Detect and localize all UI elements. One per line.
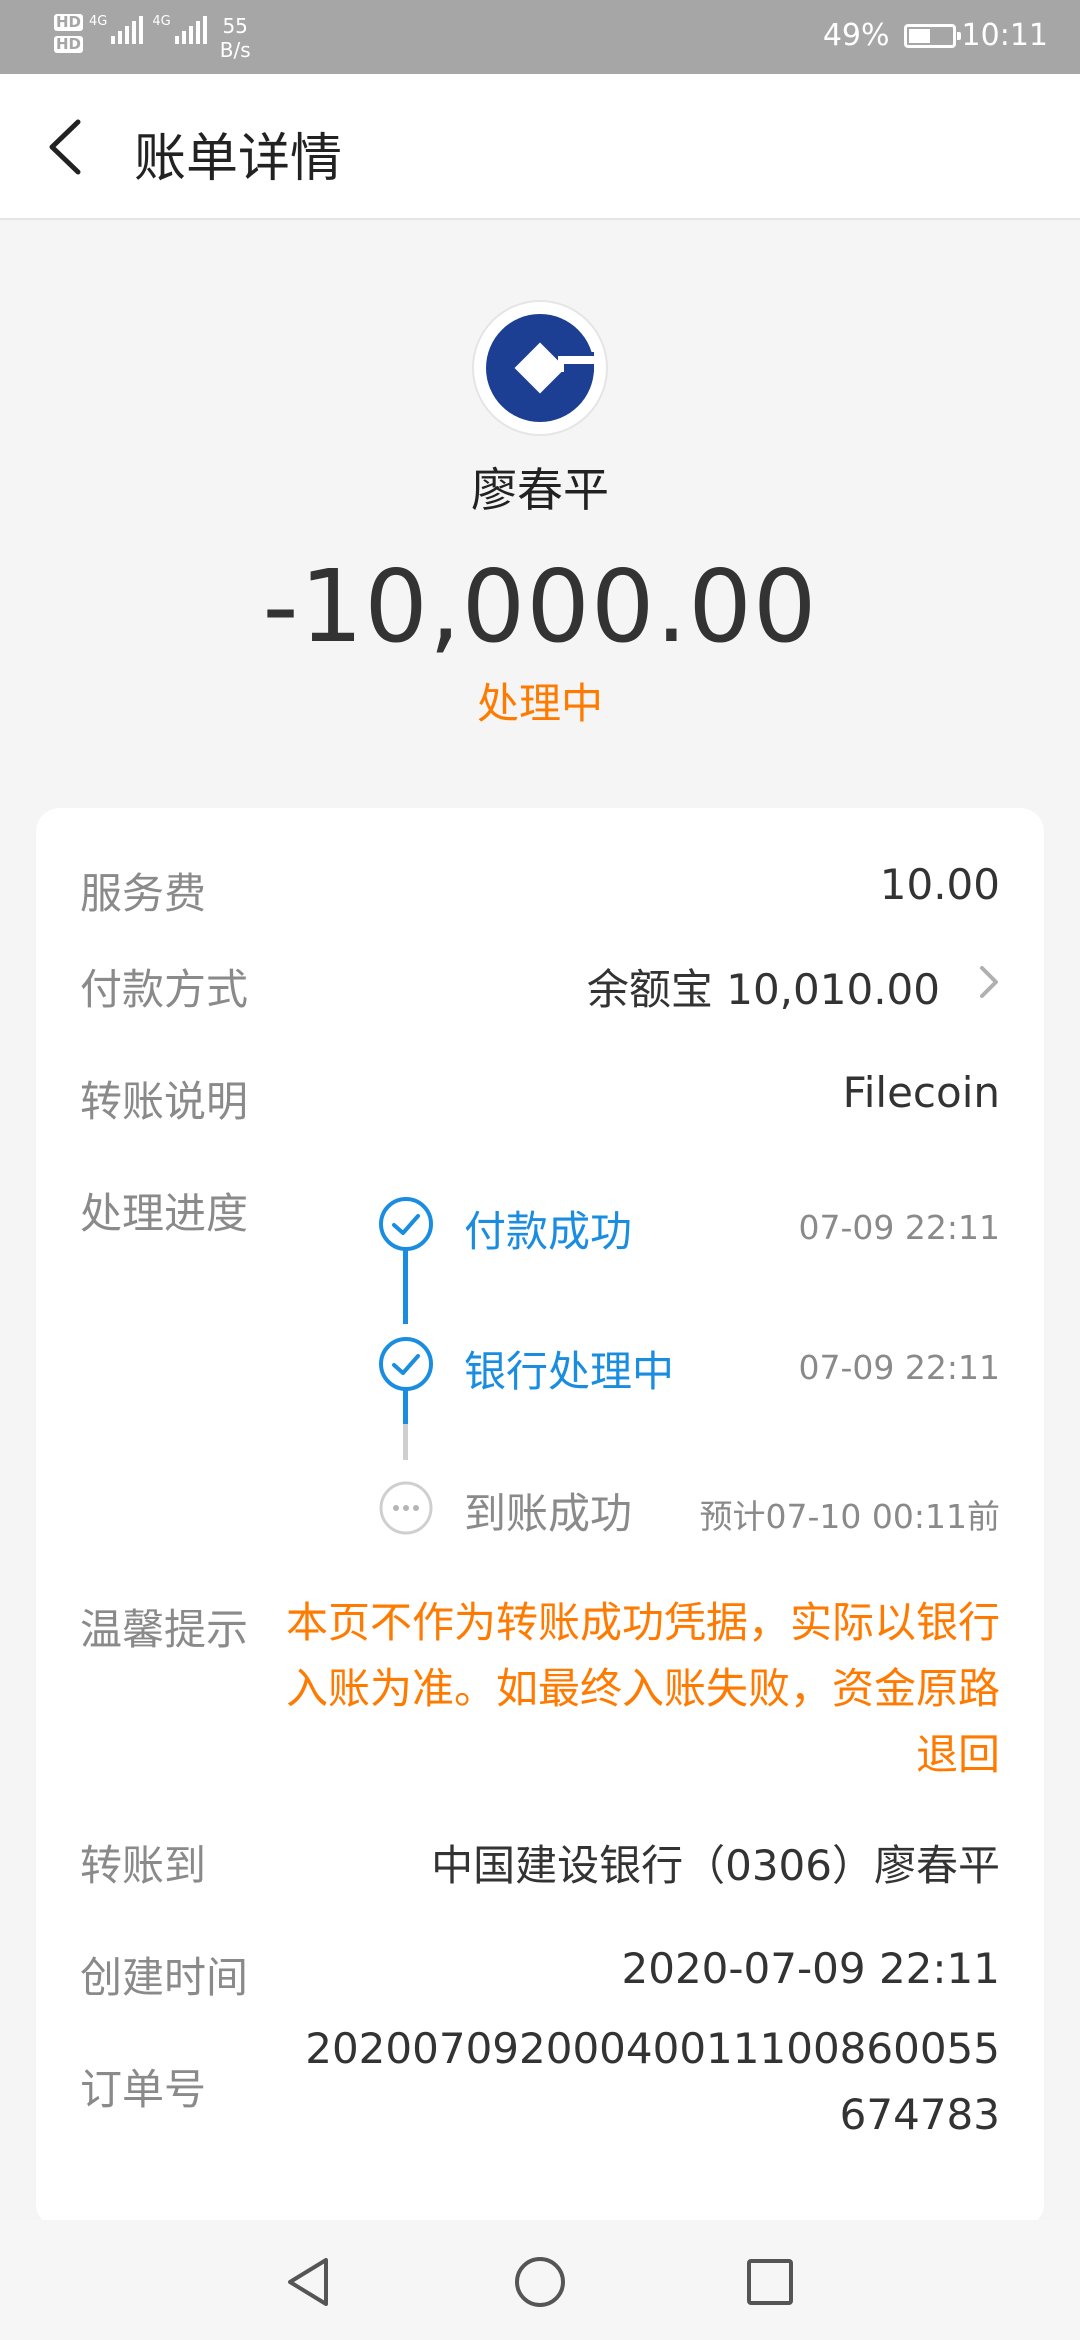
check-circle-icon (379, 1197, 433, 1251)
page-title: 账单详情 (134, 129, 343, 189)
signal-bars-1-icon (111, 14, 146, 44)
step-3-label: 到账成功 (464, 1489, 633, 1538)
fee-value: 10.00 (879, 860, 1000, 909)
transfer-to-value: 中国建设银行（0306）廖春平 (431, 1841, 1000, 1890)
payee-name: 廖春平 (471, 463, 609, 517)
status-bar: HD HD 4G 4G 55 B/s 49% 10:11 (0, 0, 1080, 74)
nav-recents-icon[interactable] (740, 2252, 800, 2312)
order-number-value: 20200709200040011100860055674783 (305, 2024, 1000, 2139)
note-label: 转账说明 (80, 1077, 249, 1126)
ccb-logo-icon (486, 314, 594, 422)
details-card: 服务费 10.00 付款方式 余额宝 10,010.00 转账说明 Fileco… (36, 808, 1044, 2228)
transfer-amount: -10,000.00 (262, 548, 818, 665)
progress-label: 处理进度 (80, 1189, 249, 1238)
ellipsis-circle-icon (379, 1481, 433, 1535)
step-1-label: 付款成功 (464, 1207, 633, 1256)
nav-home-icon[interactable] (510, 2252, 570, 2312)
order-number-label: 订单号 (80, 2065, 207, 2114)
clock: 10:11 (961, 18, 1048, 53)
tip-label: 温馨提示 (80, 1605, 249, 1654)
check-circle-icon (379, 1337, 433, 1391)
transfer-to-label: 转账到 (80, 1841, 207, 1890)
bank-logo (472, 300, 608, 436)
progress-line-2b (403, 1424, 408, 1460)
step-1-time: 07-09 22:11 (798, 1208, 1000, 1247)
created-time-label: 创建时间 (80, 1953, 249, 2002)
status-right: 49% 10:11 (823, 18, 1048, 53)
transfer-status: 处理中 (476, 679, 603, 728)
title-bar: 账单详情 (0, 74, 1080, 220)
note-value: Filecoin (842, 1068, 1000, 1117)
step-3-time: 预计07-10 00:11前 (699, 1497, 1000, 1536)
network-speed: 55 B/s (220, 14, 251, 62)
battery-percent: 49% (822, 18, 890, 53)
signal-area: HD HD 4G 4G 55 B/s (54, 14, 251, 62)
created-time-value: 2020-07-09 22:11 (621, 1944, 1000, 1993)
payment-method-label: 付款方式 (80, 965, 249, 1014)
hd-badge-2: HD (54, 35, 84, 53)
network-type-2: 4G (152, 14, 171, 29)
chevron-left-icon (49, 119, 81, 175)
network-type-1: 4G (89, 14, 108, 29)
hd-indicators: HD HD (54, 13, 84, 58)
step-2-label: 银行处理中 (464, 1347, 675, 1396)
chevron-right-icon (980, 966, 998, 998)
fee-label: 服务费 (80, 869, 207, 918)
step-2-time: 07-09 22:11 (798, 1348, 1000, 1387)
system-nav-bar (0, 2220, 1080, 2340)
payment-method-value: 余额宝 10,010.00 (586, 965, 940, 1014)
signal-bars-2-icon (174, 14, 210, 44)
hd-badge-1: HD (54, 13, 84, 31)
network-speed-unit: B/s (219, 38, 251, 62)
tip-text: 本页不作为转账成功凭据，实际以银行入账为准。如最终入账失败，资金原路退回 (285, 1598, 1000, 1779)
back-button[interactable] (40, 112, 96, 182)
battery-icon (903, 23, 961, 48)
network-speed-value: 55 (222, 14, 248, 38)
nav-back-icon[interactable] (280, 2252, 340, 2312)
